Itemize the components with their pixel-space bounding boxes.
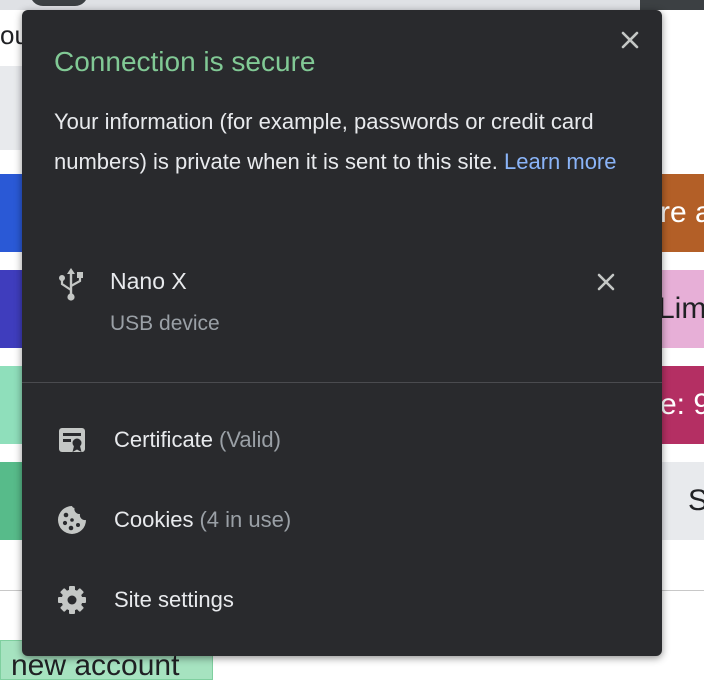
cookies-count: (4 in use) (199, 507, 292, 532)
section-divider (22, 382, 662, 383)
cookies-item[interactable]: Cookies (4 in use) (22, 485, 662, 555)
browser-toolbar-edge (640, 0, 704, 10)
background-card-blue (0, 174, 22, 252)
device-type: USB device (110, 312, 220, 335)
site-info-popup: Connection is secure Your information (f… (22, 10, 662, 656)
cookie-icon (58, 506, 86, 534)
device-name: Nano X (110, 268, 187, 294)
background-text-fragment: ou (0, 20, 22, 50)
background-card-orange: re a (662, 174, 704, 252)
usb-device-row: Nano X USB device (22, 260, 662, 360)
browser-tab-strip (0, 0, 704, 10)
background-card-pink: Lim (662, 270, 704, 348)
learn-more-link[interactable]: Learn more (504, 149, 617, 174)
background-card-text: re a (662, 196, 704, 229)
site-settings-item[interactable]: Site settings (22, 565, 662, 635)
background-card-indigo (0, 270, 22, 348)
usb-icon (59, 268, 83, 301)
close-popup-button[interactable] (618, 28, 642, 52)
background-card-mint (0, 366, 22, 444)
background-card-raspberry: e: 9 (662, 366, 704, 444)
certificate-label: Certificate (114, 427, 214, 452)
background-card-green (0, 462, 22, 540)
gear-icon (58, 586, 86, 614)
site-settings-label: Site settings (114, 587, 234, 612)
background-card-text: S (688, 484, 704, 517)
certificate-item[interactable]: Certificate (Valid) (22, 405, 662, 475)
browser-tab[interactable] (30, 0, 88, 6)
certificate-icon (59, 428, 85, 452)
certificate-status: (Valid) (219, 427, 281, 452)
cookies-label: Cookies (114, 507, 194, 532)
background-panel (0, 66, 22, 150)
connection-description: Your information (for example, passwords… (54, 102, 644, 182)
background-card-text: e: 9 (662, 388, 704, 421)
close-icon (597, 273, 615, 291)
connection-status-title: Connection is secure (54, 46, 316, 77)
background-card-gray: S (662, 462, 704, 540)
remove-device-button[interactable] (594, 270, 618, 294)
close-icon (621, 31, 639, 49)
background-card-text: Lim (662, 292, 704, 325)
